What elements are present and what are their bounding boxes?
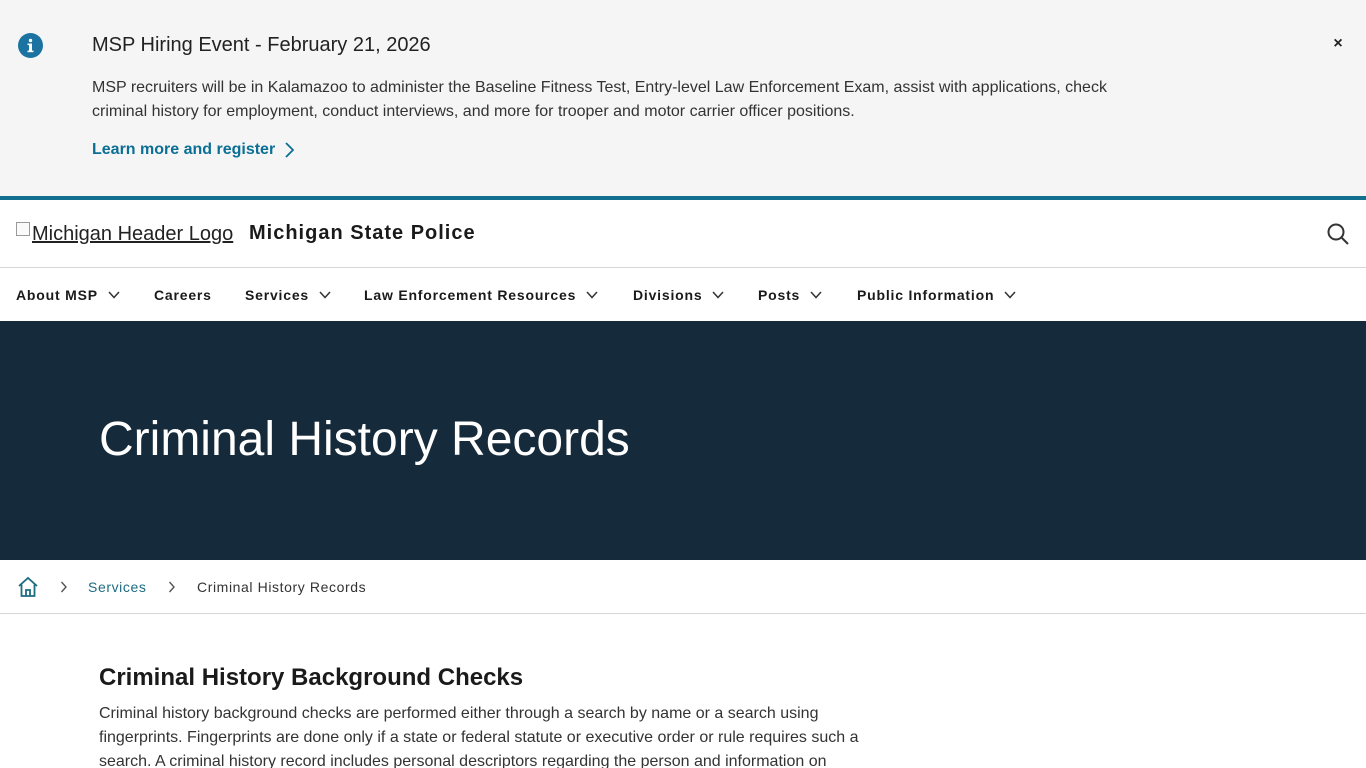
nav-item-label: Divisions [633, 287, 703, 303]
nav-item-label: Law Enforcement Resources [364, 287, 577, 303]
chevron-down-icon [108, 291, 120, 299]
chevron-down-icon [319, 291, 331, 299]
main-nav: About MSP Careers Services Law Enforceme… [0, 269, 1366, 321]
chevron-down-icon [586, 291, 598, 299]
nav-item-careers[interactable]: Careers [154, 287, 212, 303]
nav-item-label: About MSP [16, 287, 98, 303]
chevron-down-icon [1004, 291, 1016, 299]
nav-item-label: Posts [758, 287, 801, 303]
chevron-down-icon [712, 291, 725, 299]
search-icon[interactable] [1326, 222, 1350, 246]
alert-title: MSP Hiring Event - February 21, 2026 [92, 34, 431, 56]
logo-alt-text: Michigan Header Logo [32, 223, 234, 245]
section-paragraph: Criminal history background checks are p… [99, 705, 859, 768]
nav-item-services[interactable]: Services [245, 287, 331, 303]
breadcrumb: Services Criminal History Records [0, 560, 1366, 614]
nav-item-label: Careers [154, 287, 212, 303]
chevron-down-icon [810, 291, 822, 299]
nav-item-divisions[interactable]: Divisions [633, 287, 725, 303]
michigan-logo[interactable]: Michigan Header Logo [16, 221, 234, 246]
home-icon[interactable] [17, 576, 39, 598]
info-icon [18, 33, 43, 58]
chevron-right-icon [168, 581, 175, 593]
site-name[interactable]: Michigan State Police [249, 222, 476, 245]
chevron-right-icon [285, 142, 295, 158]
broken-image-icon [16, 221, 30, 236]
nav-item-about-msp[interactable]: About MSP [16, 287, 120, 303]
section-heading: Criminal History Background Checks [99, 664, 524, 691]
chevron-right-icon [60, 581, 67, 593]
alert-body: MSP recruiters will be in Kalamazoo to a… [92, 79, 1107, 120]
alert-banner: MSP Hiring Event - February 21, 2026 MSP… [0, 0, 1366, 196]
close-alert-button[interactable]: × [1328, 34, 1348, 54]
page-title: Criminal History Records [99, 413, 630, 466]
breadcrumb-services[interactable]: Services [88, 579, 146, 595]
nav-item-label: Services [245, 287, 310, 303]
site-header: Michigan Header Logo Michigan State Poli… [0, 200, 1366, 268]
learn-more-label: Learn more and register [92, 141, 276, 158]
learn-more-link[interactable]: Learn more and register [92, 141, 295, 159]
nav-item-law-enforcement-resources[interactable]: Law Enforcement Resources [364, 287, 598, 303]
nav-item-posts[interactable]: Posts [758, 287, 822, 303]
nav-item-public-information[interactable]: Public Information [857, 287, 1016, 303]
nav-item-label: Public Information [857, 287, 995, 303]
page-hero: Criminal History Records [0, 321, 1366, 560]
breadcrumb-current: Criminal History Records [197, 579, 367, 595]
